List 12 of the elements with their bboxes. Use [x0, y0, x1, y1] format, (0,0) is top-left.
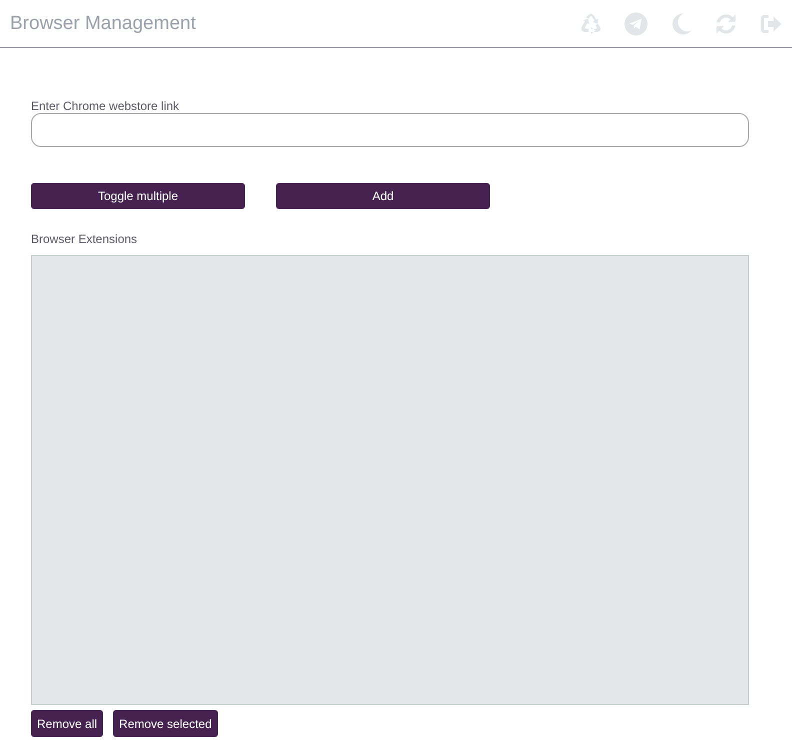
section-label: Browser Extensions — [31, 232, 138, 246]
page-title: Browser Management — [10, 12, 196, 34]
extensions-list[interactable] — [31, 255, 749, 705]
toggle-multiple-button[interactable]: Toggle multiple — [31, 183, 245, 209]
field-label: Enter Chrome webstore link — [31, 99, 180, 113]
remove-all-button[interactable]: Remove all — [31, 710, 104, 737]
recycle-icon[interactable] — [579, 12, 603, 36]
refresh-icon[interactable] — [714, 12, 738, 36]
remove-selected-button[interactable]: Remove selected — [113, 710, 218, 737]
add-button[interactable]: Add — [276, 183, 490, 209]
link-input-field[interactable] — [31, 113, 749, 147]
send-icon[interactable] — [624, 12, 648, 36]
